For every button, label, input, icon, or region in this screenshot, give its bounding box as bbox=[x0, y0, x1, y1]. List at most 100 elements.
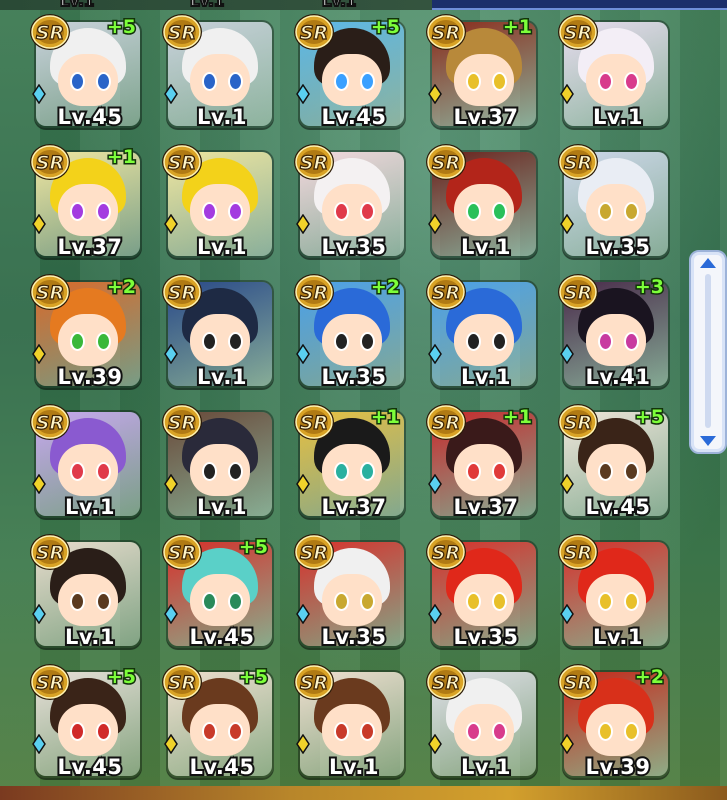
character-card[interactable]: SR Lv.1 bbox=[28, 402, 142, 521]
character-card[interactable]: SR Lv.35 bbox=[424, 532, 538, 651]
character-card[interactable]: SR Lv.1 bbox=[292, 662, 406, 781]
rarity-label: SR bbox=[564, 22, 592, 44]
character-card[interactable]: SR Lv.1 bbox=[28, 532, 142, 651]
rarity-label: SR bbox=[432, 152, 460, 174]
blue-diamond-icon bbox=[428, 474, 442, 494]
level-label: Lv.1 bbox=[63, 623, 116, 651]
character-card[interactable]: SR +1 Lv.37 bbox=[424, 12, 538, 131]
blue-diamond-icon bbox=[296, 604, 310, 624]
yellow-diamond-icon bbox=[428, 214, 442, 234]
limit-break-plus: +5 bbox=[369, 15, 401, 40]
level-label: Lv.1 bbox=[195, 103, 248, 131]
character-card[interactable]: SR Lv.35 bbox=[556, 142, 670, 261]
level-label: Lv.37 bbox=[451, 103, 520, 131]
level-label: Lv.1 bbox=[195, 233, 248, 261]
character-card[interactable]: SR Lv.35 bbox=[292, 142, 406, 261]
sr-rarity-badge-icon: SR bbox=[294, 534, 334, 570]
sr-rarity-badge-icon: SR bbox=[162, 274, 202, 310]
blue-diamond-icon bbox=[296, 344, 310, 364]
character-card[interactable]: SR Lv.1 bbox=[424, 662, 538, 781]
character-card[interactable]: SR +2 Lv.39 bbox=[28, 272, 142, 391]
rarity-label: SR bbox=[168, 22, 196, 44]
blue-diamond-icon bbox=[164, 344, 178, 364]
limit-break-plus: +1 bbox=[369, 405, 401, 430]
character-card[interactable]: SR +2 Lv.35 bbox=[292, 272, 406, 391]
scroll-up-arrow-icon[interactable] bbox=[700, 258, 716, 268]
character-card[interactable]: SR Lv.1 bbox=[424, 272, 538, 391]
level-label: Lv.37 bbox=[55, 233, 124, 261]
scrollbar[interactable] bbox=[689, 250, 727, 454]
character-card[interactable]: SR +5 Lv.45 bbox=[28, 662, 142, 781]
character-card[interactable]: SR Lv.1 bbox=[160, 142, 274, 261]
sr-rarity-badge-icon: SR bbox=[30, 404, 70, 440]
yellow-diamond-icon bbox=[560, 734, 574, 754]
sr-rarity-badge-icon: SR bbox=[294, 404, 334, 440]
scroll-down-arrow-icon[interactable] bbox=[700, 436, 716, 446]
partial-level-label: Lv.1 bbox=[189, 0, 225, 11]
scroll-track[interactable] bbox=[705, 274, 711, 428]
rarity-label: SR bbox=[432, 412, 460, 434]
sr-rarity-badge-icon: SR bbox=[30, 144, 70, 180]
limit-break-plus: +5 bbox=[633, 405, 665, 430]
character-card[interactable]: SR Lv.1 bbox=[556, 532, 670, 651]
rarity-label: SR bbox=[300, 22, 328, 44]
character-card[interactable]: SR +1 Lv.37 bbox=[28, 142, 142, 261]
character-card[interactable]: SR Lv.1 bbox=[556, 12, 670, 131]
rarity-label: SR bbox=[300, 542, 328, 564]
limit-break-plus: +1 bbox=[501, 15, 533, 40]
sr-rarity-badge-icon: SR bbox=[294, 274, 334, 310]
sr-rarity-badge-icon: SR bbox=[294, 14, 334, 50]
character-card[interactable]: SR +2 Lv.39 bbox=[556, 662, 670, 781]
rarity-label: SR bbox=[564, 282, 592, 304]
rarity-label: SR bbox=[564, 152, 592, 174]
level-label: Lv.45 bbox=[55, 103, 124, 131]
sr-rarity-badge-icon: SR bbox=[558, 664, 598, 700]
sr-rarity-badge-icon: SR bbox=[426, 664, 466, 700]
rarity-label: SR bbox=[168, 672, 196, 694]
character-card[interactable]: SR +1 Lv.37 bbox=[424, 402, 538, 521]
rarity-label: SR bbox=[564, 542, 592, 564]
sr-rarity-badge-icon: SR bbox=[30, 664, 70, 700]
character-card[interactable]: SR +5 Lv.45 bbox=[28, 12, 142, 131]
partial-level-label: Lv.1 bbox=[59, 0, 95, 11]
bottom-partial-row bbox=[0, 786, 727, 800]
level-label: Lv.1 bbox=[195, 363, 248, 391]
rarity-label: SR bbox=[36, 22, 64, 44]
character-card[interactable]: SR +5 Lv.45 bbox=[292, 12, 406, 131]
level-label: Lv.39 bbox=[55, 363, 124, 391]
level-label: Lv.45 bbox=[583, 493, 652, 521]
level-label: Lv.37 bbox=[451, 493, 520, 521]
character-card[interactable]: SR Lv.1 bbox=[160, 272, 274, 391]
character-card[interactable]: SR Lv.1 bbox=[160, 12, 274, 131]
yellow-diamond-icon bbox=[560, 214, 574, 234]
character-card[interactable]: SR Lv.35 bbox=[292, 532, 406, 651]
sr-rarity-badge-icon: SR bbox=[426, 144, 466, 180]
character-card[interactable]: SR +5 Lv.45 bbox=[160, 532, 274, 651]
sr-rarity-badge-icon: SR bbox=[162, 144, 202, 180]
level-label: Lv.1 bbox=[195, 493, 248, 521]
rarity-label: SR bbox=[564, 672, 592, 694]
character-card[interactable]: SR Lv.1 bbox=[424, 142, 538, 261]
level-label: Lv.45 bbox=[187, 753, 256, 781]
sr-rarity-badge-icon: SR bbox=[162, 664, 202, 700]
sr-rarity-badge-icon: SR bbox=[294, 144, 334, 180]
sr-rarity-badge-icon: SR bbox=[30, 274, 70, 310]
character-card[interactable]: SR +5 Lv.45 bbox=[556, 402, 670, 521]
character-card[interactable]: SR +1 Lv.37 bbox=[292, 402, 406, 521]
blue-diamond-icon bbox=[32, 604, 46, 624]
limit-break-plus: +2 bbox=[369, 275, 401, 300]
rarity-label: SR bbox=[564, 412, 592, 434]
limit-break-plus: +2 bbox=[633, 665, 665, 690]
yellow-diamond-icon bbox=[164, 214, 178, 234]
character-card[interactable]: SR +5 Lv.45 bbox=[160, 662, 274, 781]
yellow-diamond-icon bbox=[32, 214, 46, 234]
level-label: Lv.1 bbox=[327, 753, 380, 781]
character-card[interactable]: SR +3 Lv.41 bbox=[556, 272, 670, 391]
header-bar-edge bbox=[432, 0, 727, 10]
rarity-label: SR bbox=[432, 282, 460, 304]
level-label: Lv.35 bbox=[319, 363, 388, 391]
sr-rarity-badge-icon: SR bbox=[162, 404, 202, 440]
character-card[interactable]: SR Lv.1 bbox=[160, 402, 274, 521]
sr-rarity-badge-icon: SR bbox=[426, 404, 466, 440]
level-label: Lv.39 bbox=[583, 753, 652, 781]
